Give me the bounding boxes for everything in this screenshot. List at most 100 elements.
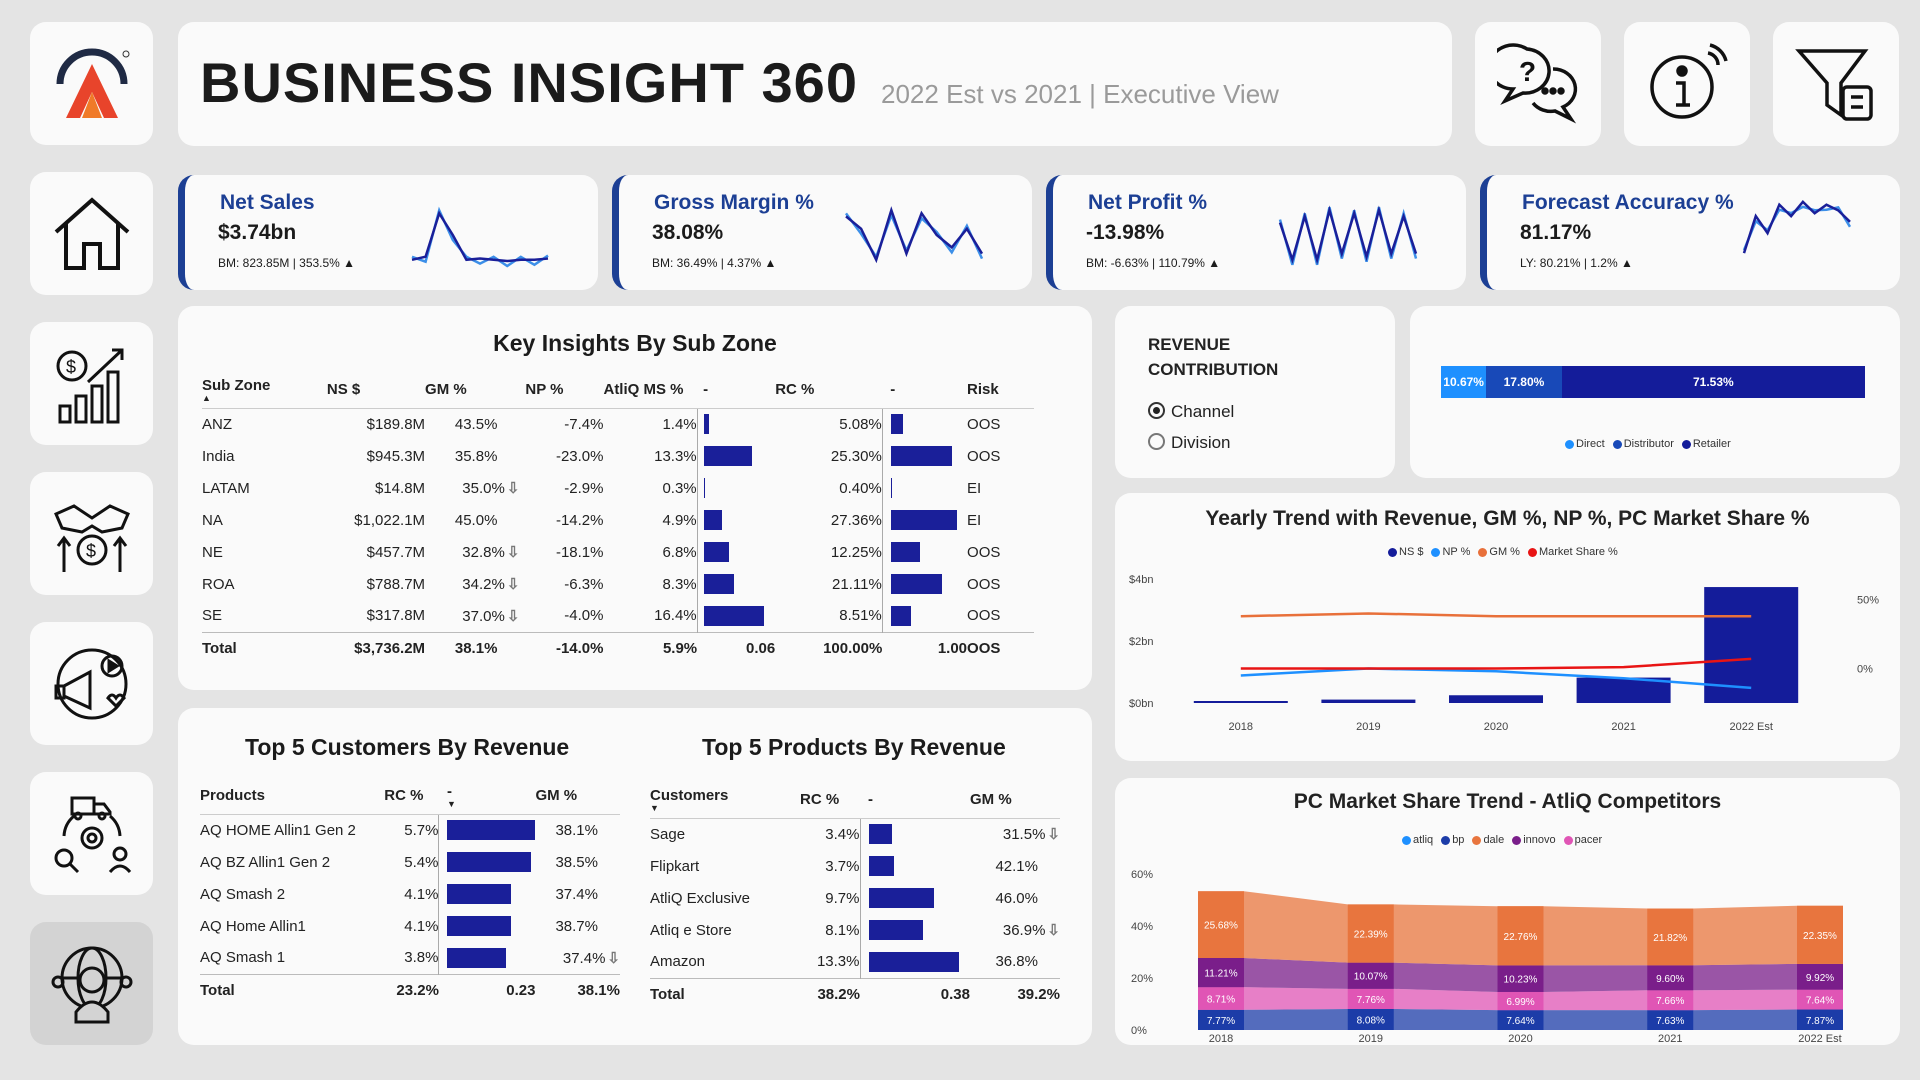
yearly-trend-chart[interactable]: $4bn $2bn $0bn 50% 0% 2018 2019 2020 2021 2022 Es…	[1115, 563, 1900, 753]
kpi-net-profit[interactable]: Net Profit % -13.98% BM: -6.63% | 110.79…	[1046, 175, 1466, 290]
risk-cell: OOS	[967, 575, 1001, 593]
np-cell: -4.0%	[564, 607, 604, 625]
data-label: 7.87%	[1806, 1016, 1834, 1027]
table-row[interactable]: LATAM $14.8M 35.0% ⇩ -2.9% 0.3% 0.40% EI	[202, 472, 1034, 504]
segment-retailer[interactable]: 71.53%	[1561, 366, 1865, 398]
table-row[interactable]: SE $317.8M 37.0% ⇩ -4.0% 16.4% 8.51% OOS	[202, 600, 1034, 632]
col-subzone[interactable]: Sub Zone ▲	[202, 368, 327, 409]
nav-home[interactable]	[30, 172, 153, 295]
col-rc[interactable]: RC %	[775, 368, 883, 409]
col-gm[interactable]: GM %	[535, 774, 620, 815]
table-row[interactable]: AQ Smash 2 4.1% 37.4%	[200, 878, 620, 910]
nav-supply-chain[interactable]	[30, 772, 153, 895]
legend-item: dale	[1472, 834, 1504, 846]
rc-cell: 3.7%	[825, 857, 860, 875]
y-tick-label: $2bn	[1129, 636, 1153, 648]
nav-executive[interactable]	[30, 922, 153, 1045]
table-row[interactable]: India $945.3M 35.8% -23.0% 13.3% 25.30% OOS	[202, 440, 1034, 472]
svg-text:$: $	[86, 541, 96, 561]
col-customers[interactable]: Customers ▼	[650, 778, 800, 819]
table-row[interactable]: Amazon 13.3% 36.8%	[650, 946, 1060, 978]
col-np[interactable]: NP %	[525, 368, 604, 409]
col-bar[interactable]: - ▼	[438, 774, 536, 815]
market-share-legend: atliq bp dale innovo pacer	[1402, 834, 1602, 846]
radio-division[interactable]: Division	[1148, 427, 1234, 458]
ms-cell: 4.9%	[662, 511, 697, 529]
rc-bar-cell	[881, 504, 968, 536]
filter-button[interactable]	[1773, 22, 1899, 146]
col-ms[interactable]: AtliQ MS %	[603, 368, 698, 409]
total-ms-bar: 0.06	[697, 631, 776, 664]
gm-cell: 38.5%	[535, 846, 620, 878]
ms-bar-cell	[696, 440, 776, 472]
marketing-icon	[54, 648, 127, 719]
total-gm: 39.2%	[970, 977, 1060, 1010]
ns-cell: $1,022.1M	[354, 511, 426, 529]
market-share-chart[interactable]: 60% 40% 20% 0% 7.77% 8.08% 7.64% 7.63% 7.87% 8.71…	[1115, 854, 1900, 1044]
stacked-bar[interactable]: 10.67% 17.80% 71.53%	[1441, 366, 1865, 398]
total-bar: 0.23	[438, 973, 536, 1006]
nav-marketing[interactable]	[30, 622, 153, 745]
col-products[interactable]: Products	[200, 774, 385, 815]
table-row[interactable]: AQ HOME Allin1 Gen 2 5.7% 38.1%	[200, 814, 620, 846]
table-row[interactable]: Atliq e Store 8.1% 36.9% ⇩	[650, 914, 1060, 946]
table-row[interactable]: AQ BZ Allin1 Gen 2 5.4% 38.5%	[200, 846, 620, 878]
segment-distributor[interactable]: 17.80%	[1486, 366, 1562, 398]
info-button[interactable]	[1624, 22, 1750, 146]
gm-value: 36.8%	[995, 953, 1038, 971]
table-row[interactable]: ANZ $189.8M 43.5% -7.4% 1.4% 5.08% OOS	[202, 408, 1034, 440]
segment-direct[interactable]: 10.67%	[1441, 366, 1487, 398]
nav-finance[interactable]: $	[30, 322, 153, 445]
ms-bar	[703, 414, 709, 435]
col-ns[interactable]: NS $	[326, 368, 426, 409]
ms-cell: 16.4%	[654, 607, 697, 625]
col-gm[interactable]: GM %	[425, 368, 526, 409]
ms-bar-cell	[696, 536, 776, 568]
col-ms-bar[interactable]: -	[697, 368, 776, 409]
radio-selected-icon	[1148, 402, 1165, 419]
ms-bar	[703, 446, 753, 466]
table-row[interactable]: Flipkart 3.7% 42.1%	[650, 850, 1060, 882]
subzone-cell: LATAM	[202, 479, 250, 497]
kpi-gross-margin[interactable]: Gross Margin % 38.08% BM: 36.49% | 4.37%…	[612, 175, 1032, 290]
legend-label: NS $	[1399, 546, 1424, 558]
rc-bar	[890, 446, 952, 466]
col-rc[interactable]: RC %	[384, 774, 439, 815]
legend-dot	[1563, 835, 1573, 845]
legend-dot	[1527, 547, 1537, 557]
radio-channel[interactable]: Channel	[1148, 396, 1234, 427]
col-rc[interactable]: RC %	[800, 778, 860, 819]
legend-label: Retailer	[1692, 438, 1731, 450]
help-chat-icon: ?	[1497, 43, 1578, 124]
gm-value: 45.0%	[454, 511, 498, 529]
table-row[interactable]: AQ Home Allin1 4.1% 38.7%	[200, 910, 620, 942]
data-label: 7.77%	[1207, 1016, 1235, 1027]
gm-value: 35.8%	[454, 447, 498, 465]
gm-value: 46.0%	[995, 889, 1038, 907]
yearly-trend-title: Yearly Trend with Revenue, GM %, NP %, P…	[1205, 507, 1810, 530]
table-row[interactable]: AQ Smash 1 3.8% 37.4% ⇩	[200, 942, 620, 974]
rc-cell: 27.36%	[830, 511, 882, 529]
ms-bar-cell	[696, 568, 776, 600]
table-row[interactable]: ROA $788.7M 34.2% ⇩ -6.3% 8.3% 21.11% OOS	[202, 568, 1034, 600]
table-row[interactable]: NA $1,022.1M 45.0% -14.2% 4.9% 27.36% EI	[202, 504, 1034, 536]
kpi-forecast-accuracy[interactable]: Forecast Accuracy % 81.17% LY: 80.21% | …	[1480, 175, 1900, 290]
col-risk[interactable]: Risk	[967, 368, 1034, 409]
risk-cell: OOS	[967, 543, 1001, 561]
col-rc-bar[interactable]: -	[882, 368, 968, 409]
help-button[interactable]: ?	[1475, 22, 1601, 146]
nav-sales[interactable]: $	[30, 472, 153, 595]
table-row[interactable]: NE $457.7M 32.8% ⇩ -18.1% 6.8% 12.25% OOS	[202, 536, 1034, 568]
table-row[interactable]: Sage 3.4% 31.5% ⇩	[650, 818, 1060, 850]
col-gm[interactable]: GM %	[970, 778, 1060, 819]
kpi-net-sales[interactable]: Net Sales $3.74bn BM: 823.85M | 353.5% ▲	[178, 175, 598, 290]
gm-cell: 36.9% ⇩	[970, 914, 1060, 946]
gm-cell: 42.1%	[970, 850, 1060, 882]
table-row[interactable]: AtliQ Exclusive 9.7% 46.0%	[650, 882, 1060, 914]
data-label: 7.64%	[1806, 996, 1834, 1007]
market-share-panel: PC Market Share Trend - AtliQ Competitor…	[1115, 778, 1900, 1045]
legend-label: innovo	[1523, 834, 1556, 846]
gm-cell: 37.4% ⇩	[535, 942, 620, 974]
gm-value: 37.4%	[555, 885, 598, 903]
col-bar[interactable]: -	[860, 778, 970, 819]
